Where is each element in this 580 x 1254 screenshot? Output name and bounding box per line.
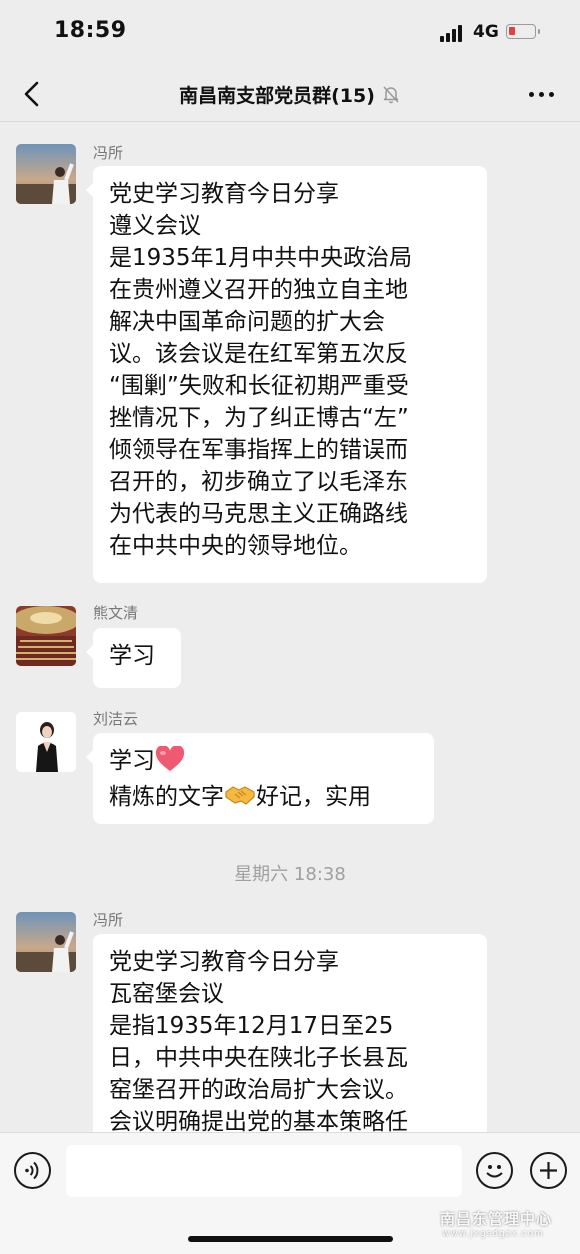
message-line: 窑堡召开的政治局扩大会议。 <box>109 1077 408 1103</box>
sender-name: 冯所 <box>93 911 124 929</box>
message-line: 议。该会议是在红军第五次反 <box>109 341 408 367</box>
home-indicator <box>188 1236 393 1242</box>
message-text: 学习 精炼的文字 好记，实用 <box>109 745 418 816</box>
chat-timestamp: 星期六 18:38 <box>234 864 346 885</box>
message-line: 是1935年1月中共中央政治局 <box>109 245 413 271</box>
sender-name: 刘洁云 <box>93 710 139 728</box>
avatar[interactable] <box>16 144 76 204</box>
watermark-url: www.jxgsdgzx.com <box>442 1229 544 1239</box>
watermark-logo-text: 南昌东管理中心 <box>440 1210 553 1228</box>
message-line: 在贵州遵义召开的独立自主地 <box>109 277 408 303</box>
message-line: 党史学习教育今日分享 <box>109 181 339 207</box>
chat-title-row: 南昌南支部党员群(15) <box>0 81 580 109</box>
message-line: 瓦窑堡会议 <box>109 981 224 1007</box>
message-text: 学习 <box>109 643 155 669</box>
status-time: 18:59 <box>54 18 127 43</box>
message-line: 倾领导在军事指挥上的错误而 <box>109 437 408 463</box>
message-line: 在中共中央的领导地位。 <box>109 533 362 559</box>
status-bar: 18:59 4G <box>0 0 580 66</box>
message-line: 日，中共中央在陕北子长县瓦 <box>109 1045 408 1071</box>
signal-icon <box>440 25 466 42</box>
message-line: “围剿”失败和长征初期严重受 <box>109 373 409 399</box>
sender-name: 冯所 <box>93 144 124 162</box>
heart-icon <box>155 745 185 781</box>
message-line: 党史学习教育今日分享 <box>109 949 339 975</box>
message-bubble[interactable]: 党史学习教育今日分享 瓦窑堡会议是指1935年12月17日至25 日，中共中央在陕北… <box>93 934 487 1164</box>
message-line: 解决中国革命问题的扩大会 <box>109 309 385 335</box>
message-input[interactable] <box>66 1145 462 1197</box>
avatar[interactable] <box>16 912 76 972</box>
chat-header: 南昌南支部党员群(15) <box>0 66 580 122</box>
message-line: 为代表的马克思主义正确路线 <box>109 501 408 527</box>
message-bubble[interactable]: 学习 精炼的文字 好记，实用 <box>86 733 434 824</box>
voice-icon[interactable] <box>14 1152 51 1189</box>
message-text: 党史学习教育今日分享 瓦窑堡会议是指1935年12月17日至25 日，中共中央在陕北… <box>109 946 471 1138</box>
message-text: 党史学习教育今日分享 遵义会议是1935年1月中共中央政治局 在贵州遵义召开的独立自… <box>109 178 471 562</box>
handshake-icon <box>224 783 256 816</box>
message-line: 遵义会议 <box>109 213 201 239</box>
message-line: 召开的，初步确立了以毛泽东 <box>109 469 408 495</box>
sender-name: 熊文清 <box>93 604 139 622</box>
more-dots-icon[interactable] <box>526 84 558 104</box>
message-bubble[interactable]: 学习 <box>86 628 181 688</box>
emoji-icon[interactable] <box>476 1152 513 1189</box>
message-line: 是指1935年12月17日至25 <box>109 1013 394 1039</box>
message-bubble[interactable]: 党史学习教育今日分享 遵义会议是1935年1月中共中央政治局 在贵州遵义召开的独立自… <box>86 166 487 583</box>
plus-icon[interactable] <box>530 1152 567 1189</box>
network-type: 4G <box>473 22 499 42</box>
avatar[interactable] <box>16 606 76 666</box>
message-line: 挫情况下，为了纠正博古“左” <box>109 405 409 431</box>
chat-title: 南昌南支部党员群(15) <box>179 85 375 107</box>
battery-icon <box>506 24 540 39</box>
bell-off-icon <box>381 84 401 109</box>
avatar[interactable] <box>16 712 76 772</box>
